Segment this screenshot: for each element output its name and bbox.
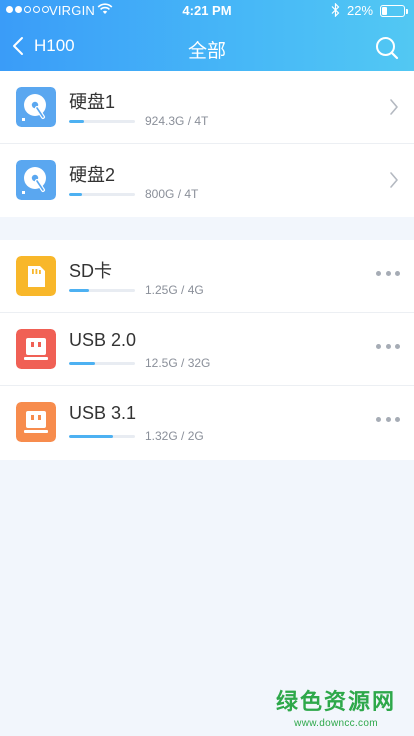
hard-disk-icon	[16, 160, 56, 200]
list-item[interactable]: SD卡 1.25G / 4G	[0, 240, 414, 313]
usage-bar	[69, 120, 135, 123]
device-name: USB 3.1	[69, 403, 137, 423]
watermark-url: www.downcc.com	[294, 718, 378, 729]
usb-icon	[16, 329, 56, 369]
bluetooth-icon	[331, 3, 340, 17]
back-label: H100	[34, 36, 75, 55]
device-name: SD卡	[69, 261, 113, 281]
chevron-right-icon[interactable]	[389, 171, 399, 189]
battery-percent: 22%	[347, 3, 374, 18]
usage-bar-fill	[69, 289, 90, 292]
disk-list: 硬盘1 924.3G / 4T 硬盘2 800G / 4T	[0, 71, 414, 217]
status-bar: VIRGIN 4:21 PM 22%	[0, 0, 414, 22]
list-item[interactable]: 硬盘2 800G / 4T	[0, 144, 414, 217]
list-item[interactable]: USB 2.0 12.5G / 32G	[0, 313, 414, 386]
search-icon[interactable]	[374, 35, 400, 61]
watermark: 绿色资源网 www.downcc.com	[276, 684, 396, 729]
device-name: 硬盘1	[69, 92, 116, 112]
header: VIRGIN 4:21 PM 22% H100 全部	[0, 0, 414, 71]
usage-bar-fill	[69, 362, 95, 365]
device-size: 1.25G / 4G	[145, 283, 204, 297]
usage-bar-fill	[69, 193, 83, 196]
watermark-title: 绿色资源网	[276, 689, 397, 714]
battery-icon	[380, 5, 405, 17]
device-name: 硬盘2	[69, 165, 116, 185]
usage-bar	[69, 435, 135, 438]
usage-bar	[69, 193, 135, 196]
more-options-icon[interactable]	[376, 417, 400, 423]
more-options-icon[interactable]	[376, 344, 400, 350]
battery-cap	[406, 9, 408, 14]
more-options-icon[interactable]	[376, 271, 400, 277]
device-size: 12.5G / 32G	[145, 356, 211, 370]
chevron-right-icon[interactable]	[389, 98, 399, 116]
device-list: SD卡 1.25G / 4G USB 2.0 12.5G / 32G USB 3.1 1.…	[0, 240, 414, 460]
usb-icon	[16, 402, 56, 442]
list-item[interactable]: USB 3.1 1.32G / 2G	[0, 386, 414, 459]
usage-bar	[69, 289, 135, 292]
device-size: 800G / 4T	[145, 187, 199, 201]
chevron-left-icon	[13, 37, 23, 55]
back-button[interactable]: H100	[12, 32, 75, 60]
sd-card-icon	[16, 256, 56, 296]
hard-disk-icon	[16, 87, 56, 127]
device-size: 924.3G / 4T	[145, 114, 209, 128]
usage-bar-fill	[69, 120, 85, 123]
device-size: 1.32G / 2G	[145, 429, 204, 443]
device-name: USB 2.0	[69, 330, 137, 350]
usage-bar-fill	[69, 435, 113, 438]
usage-bar	[69, 362, 135, 365]
list-item[interactable]: 硬盘1 924.3G / 4T	[0, 71, 414, 144]
